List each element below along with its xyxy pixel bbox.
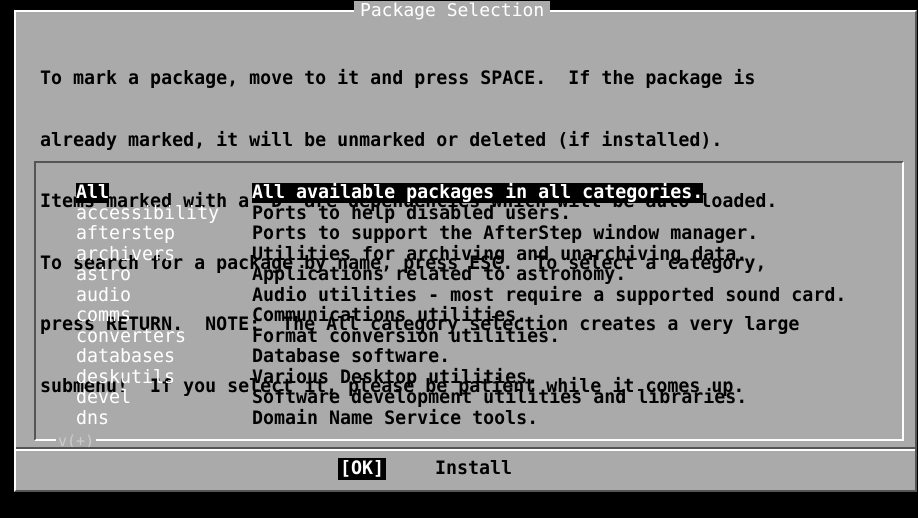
category-description: Ports to support the AfterStep window ma… xyxy=(252,223,759,244)
install-button[interactable]: Install xyxy=(435,458,512,480)
instruction-line: To mark a package, move to it and press … xyxy=(40,68,756,89)
category-name: archivers xyxy=(76,243,176,265)
category-description: Ports to help disabled users. xyxy=(252,202,572,224)
category-name: deskutils xyxy=(76,366,176,388)
category-name: All xyxy=(76,182,110,203)
category-description: All available packages in all categories… xyxy=(252,182,704,203)
instruction-line: already marked, it will be unmarked or d… xyxy=(40,129,723,151)
category-description: Software development utilities and libra… xyxy=(252,387,748,408)
category-name: converters xyxy=(76,325,187,347)
category-name: dns xyxy=(76,407,110,429)
category-description: Applications related to astronomy. xyxy=(252,264,627,285)
category-description: Audio utilities - most require a support… xyxy=(252,284,847,306)
terminal-screen: Package Selection To mark a package, mov… xyxy=(0,0,918,518)
category-name: databases xyxy=(76,346,176,367)
category-description: Domain Name Service tools. xyxy=(252,407,539,429)
category-list[interactable]: All All available packages in all categor… xyxy=(34,161,904,450)
dialog-shadow xyxy=(32,492,918,518)
category-name: accessibility xyxy=(76,202,220,224)
category-name: audio xyxy=(76,284,132,306)
category-name: astro xyxy=(76,264,132,285)
button-bar: [OK] Install xyxy=(16,458,915,482)
category-name: comms xyxy=(76,305,132,326)
ok-button[interactable]: [OK] xyxy=(338,458,387,480)
dialog-title: Package Selection xyxy=(354,1,551,21)
category-name: devel xyxy=(76,387,132,408)
category-description: Utilities for archiving and unarchiving … xyxy=(252,243,748,265)
category-description: Communications utilities. xyxy=(252,305,528,326)
package-selection-dialog: Package Selection To mark a package, mov… xyxy=(14,1,917,492)
category-description: Various Desktop utilities. xyxy=(252,366,539,388)
category-description: Database software. xyxy=(252,346,451,367)
category-description: Format conversion utilities. xyxy=(252,325,561,347)
button-divider xyxy=(16,447,915,451)
category-name: afterstep xyxy=(76,223,176,244)
